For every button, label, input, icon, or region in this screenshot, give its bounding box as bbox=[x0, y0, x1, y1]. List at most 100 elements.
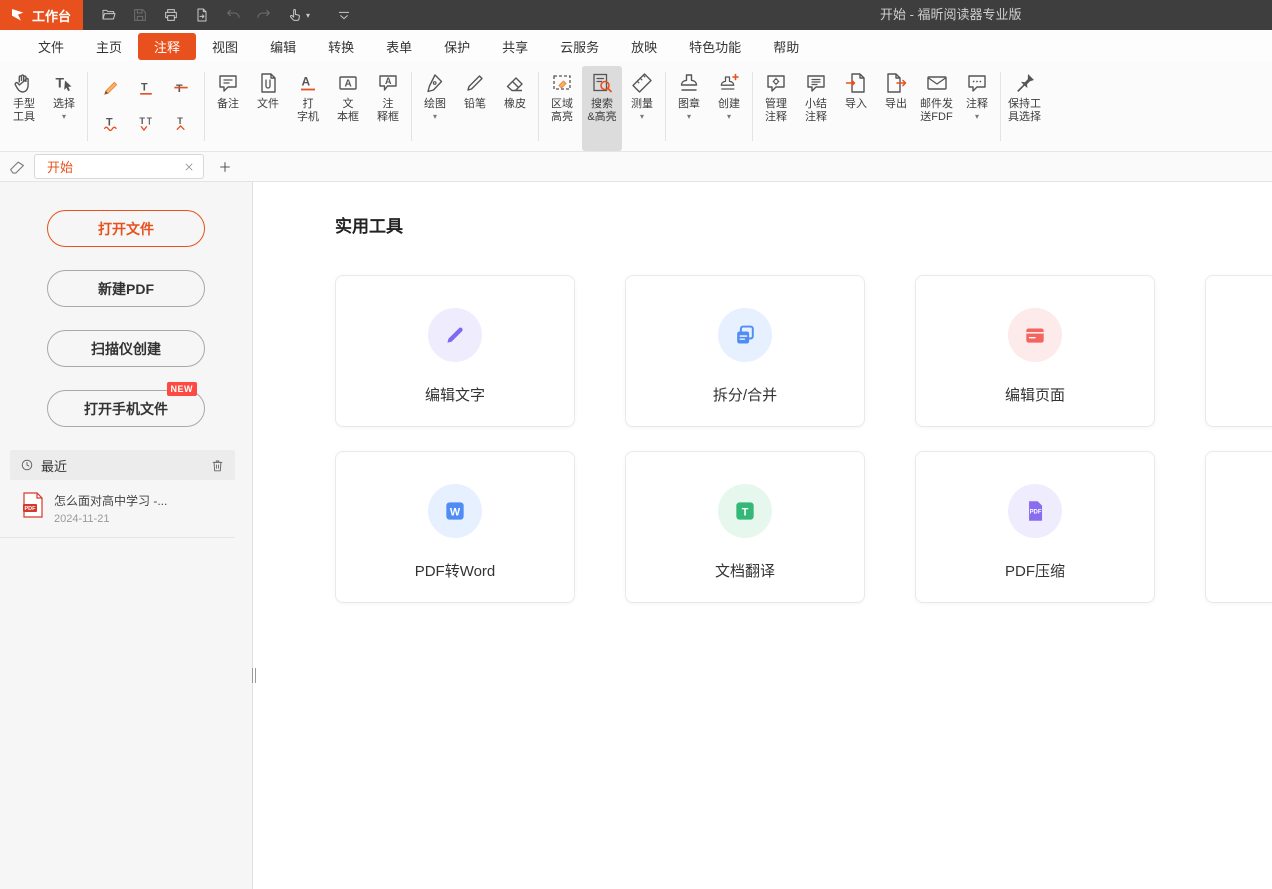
tool-card-label: PDF转Word bbox=[415, 560, 496, 581]
tool-card-label: 拆分/合并 bbox=[713, 384, 777, 405]
new-badge: NEW bbox=[167, 382, 198, 396]
strikeout-icon[interactable] bbox=[165, 72, 197, 104]
new-tab-icon[interactable] bbox=[218, 160, 232, 174]
squiggly-underline-icon[interactable] bbox=[95, 107, 127, 139]
create-stamp-button[interactable]: 创建 ▾ bbox=[709, 66, 749, 151]
section-title: 实用工具 bbox=[335, 212, 1272, 237]
replace-text-icon[interactable] bbox=[130, 107, 162, 139]
textbox-button[interactable]: 文 本框 bbox=[328, 66, 368, 151]
close-icon[interactable] bbox=[183, 161, 195, 173]
new-pdf-button[interactable]: 新建PDF bbox=[47, 270, 205, 307]
menu-comment[interactable]: 注释 bbox=[138, 33, 196, 60]
select-tool-button[interactable]: 选择 ▾ bbox=[44, 66, 84, 151]
open-file-button[interactable]: 打开文件 bbox=[47, 210, 205, 247]
print-icon[interactable] bbox=[155, 0, 186, 30]
hand-tool-button[interactable]: 手型 工具 bbox=[4, 66, 44, 151]
scanner-create-button[interactable]: 扫描仪创建 bbox=[47, 330, 205, 367]
ribbon-separator bbox=[1000, 72, 1001, 141]
tool-card-label: 文档翻译 bbox=[715, 560, 775, 581]
ribbon-separator bbox=[752, 72, 753, 141]
attachment-icon bbox=[256, 71, 280, 95]
menu-cloud[interactable]: 云服务 bbox=[544, 33, 615, 60]
quick-access-toolbar: ▾ bbox=[93, 0, 359, 30]
import-comments-button[interactable]: 导入 bbox=[836, 66, 876, 151]
menu-share[interactable]: 共享 bbox=[486, 33, 544, 60]
share-doc-icon[interactable] bbox=[186, 0, 217, 30]
svg-text:PDF: PDF bbox=[25, 506, 37, 512]
manage-comments-button[interactable]: 管理 注释 bbox=[756, 66, 796, 151]
tool-card-edit-text[interactable]: 编辑文字 bbox=[335, 275, 575, 427]
tool-card-pdf-compress[interactable]: PDF PDF压缩 bbox=[915, 451, 1155, 603]
insert-text-icon[interactable] bbox=[165, 107, 197, 139]
undo-icon[interactable] bbox=[217, 0, 248, 30]
sidebar-splitter-handle[interactable] bbox=[250, 668, 257, 683]
tools-row-1: 编辑文字 拆分/合并 编辑页面 bbox=[335, 275, 1272, 427]
redo-icon[interactable] bbox=[248, 0, 279, 30]
mail-fdf-button[interactable]: 邮件发 送FDF bbox=[916, 66, 957, 151]
eraser-button[interactable]: 橡皮 bbox=[495, 66, 535, 151]
tool-card-label: PDF压缩 bbox=[1005, 560, 1065, 581]
file-attachment-button[interactable]: 文件 bbox=[248, 66, 288, 151]
hand-icon bbox=[12, 71, 36, 95]
manage-comments-icon bbox=[764, 71, 788, 95]
note-button[interactable]: 备注 bbox=[208, 66, 248, 151]
tool-card-partial[interactable] bbox=[1205, 275, 1272, 427]
callout-icon bbox=[376, 71, 400, 95]
import-icon bbox=[844, 71, 868, 95]
area-highlight-icon bbox=[550, 71, 574, 95]
mail-icon bbox=[925, 71, 949, 95]
tool-card-partial[interactable] bbox=[1205, 451, 1272, 603]
highlight-icon[interactable] bbox=[95, 72, 127, 104]
tool-card-doc-translate[interactable]: T 文档翻译 bbox=[625, 451, 865, 603]
titlebar: 工作台 ▾ 开始 - 福昕阅读器专业版 bbox=[0, 0, 1272, 30]
menu-edit[interactable]: 编辑 bbox=[254, 33, 312, 60]
menu-present[interactable]: 放映 bbox=[615, 33, 673, 60]
menu-protect[interactable]: 保护 bbox=[428, 33, 486, 60]
workspace-button[interactable]: 工作台 bbox=[0, 0, 83, 30]
keep-tool-selected-button[interactable]: 保持工 具选择 bbox=[1004, 66, 1045, 151]
menu-help[interactable]: 帮助 bbox=[757, 33, 815, 60]
eraser-tool-icon[interactable] bbox=[8, 158, 26, 176]
pencil-button[interactable]: 铅笔 bbox=[455, 66, 495, 151]
underline-icon[interactable] bbox=[130, 72, 162, 104]
clock-icon bbox=[20, 458, 34, 472]
area-highlight-button[interactable]: 区域 高亮 bbox=[542, 66, 582, 151]
textbox-icon bbox=[336, 71, 360, 95]
callout-button[interactable]: 注 释框 bbox=[368, 66, 408, 151]
draw-button[interactable]: 绘图 ▾ bbox=[415, 66, 455, 151]
pin-icon bbox=[1013, 71, 1037, 95]
menu-file[interactable]: 文件 bbox=[22, 33, 80, 60]
tool-card-edit-pages[interactable]: 编辑页面 bbox=[915, 275, 1155, 427]
chevron-down-icon[interactable]: ▾ bbox=[306, 11, 310, 20]
window-title: 开始 - 福昕阅读器专业版 bbox=[880, 0, 1022, 30]
ribbon-toolbar: 手型 工具 选择 ▾ 备注 文件 打 字机 bbox=[0, 62, 1272, 152]
tools-row-2: W PDF转Word T 文档翻译 PDF PDF压缩 bbox=[335, 451, 1272, 603]
export-comments-button[interactable]: 导出 bbox=[876, 66, 916, 151]
workspace-label: 工作台 bbox=[32, 6, 71, 25]
pdf-compress-icon: PDF bbox=[1008, 484, 1062, 538]
tool-card-split-merge[interactable]: 拆分/合并 bbox=[625, 275, 865, 427]
tab-label: 开始 bbox=[47, 157, 73, 176]
pdf-file-icon: PDF bbox=[22, 492, 44, 518]
customize-toolbar-icon[interactable] bbox=[328, 0, 359, 30]
ribbon-separator bbox=[538, 72, 539, 141]
tab-start[interactable]: 开始 bbox=[34, 154, 204, 179]
recent-file-item[interactable]: PDF 怎么面对高中学习 -... 2024-11-21 bbox=[0, 480, 235, 538]
menu-form[interactable]: 表单 bbox=[370, 33, 428, 60]
measure-button[interactable]: 测量 ▾ bbox=[622, 66, 662, 151]
comments-panel-button[interactable]: 注释 ▾ bbox=[957, 66, 997, 151]
trash-icon[interactable] bbox=[210, 458, 225, 473]
menubar: 文件 主页 注释 视图 编辑 转换 表单 保护 共享 云服务 放映 特色功能 帮… bbox=[0, 30, 1272, 62]
recent-file-meta: 怎么面对高中学习 -... 2024-11-21 bbox=[54, 492, 167, 525]
summarize-comments-button[interactable]: 小结 注释 bbox=[796, 66, 836, 151]
search-highlight-button[interactable]: 搜索 &高亮 bbox=[582, 66, 622, 151]
stamp-button[interactable]: 图章 ▾ bbox=[669, 66, 709, 151]
open-file-icon[interactable] bbox=[93, 0, 124, 30]
menu-features[interactable]: 特色功能 bbox=[673, 33, 757, 60]
menu-convert[interactable]: 转换 bbox=[312, 33, 370, 60]
typewriter-button[interactable]: 打 字机 bbox=[288, 66, 328, 151]
save-icon[interactable] bbox=[124, 0, 155, 30]
tool-card-pdf-to-word[interactable]: W PDF转Word bbox=[335, 451, 575, 603]
menu-view[interactable]: 视图 bbox=[196, 33, 254, 60]
menu-home[interactable]: 主页 bbox=[80, 33, 138, 60]
